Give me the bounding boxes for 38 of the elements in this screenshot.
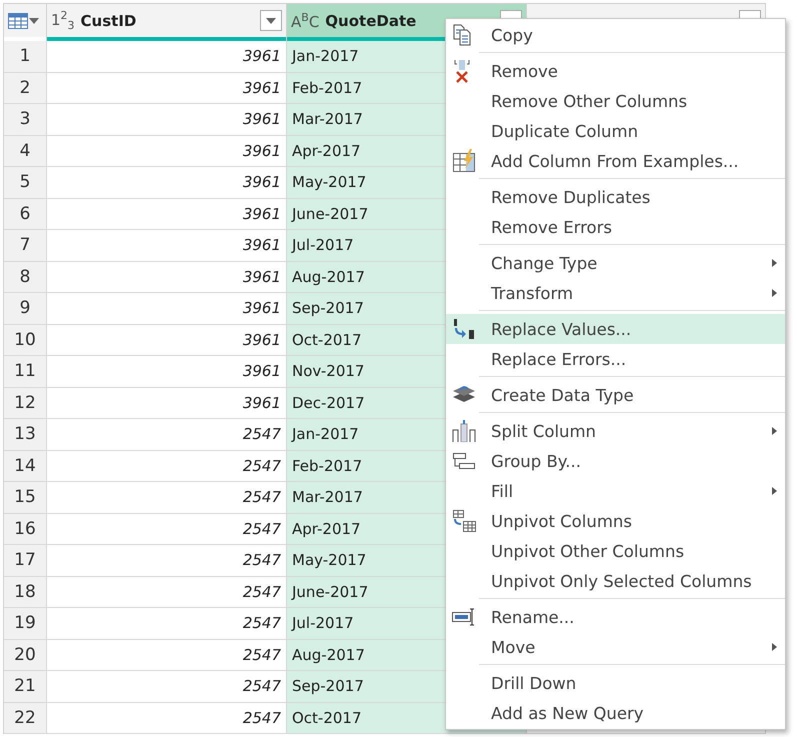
row-number: 5: [4, 167, 47, 198]
column-header[interactable]: 1$^{2}$$_{3}$ CustID: [47, 3, 287, 37]
row-number: 4: [4, 136, 47, 167]
row-number: 16: [4, 514, 47, 545]
row-number: 21: [4, 671, 47, 702]
group-by-icon: [452, 452, 476, 470]
menu-item[interactable]: Replace Values...: [446, 314, 785, 344]
row-number: 18: [4, 576, 47, 608]
row-number: 11: [4, 356, 47, 388]
replace-arrow-icon: [452, 318, 476, 340]
dropdown-button[interactable]: [260, 10, 282, 31]
column-name: CustID: [80, 12, 138, 30]
row-number: 8: [4, 262, 47, 293]
row-number: 10: [4, 324, 47, 356]
row-number: 20: [4, 640, 47, 671]
row-number: 15: [4, 482, 47, 514]
row-number: 2: [4, 72, 47, 104]
caret-icon: [29, 18, 39, 24]
row-number: 13: [4, 419, 47, 450]
row-number: 9: [4, 293, 47, 324]
split-column-icon: [452, 420, 476, 442]
column-name: QuoteDate: [325, 12, 418, 30]
table-menu-icon[interactable]: [8, 12, 39, 28]
row-number: 7: [4, 230, 47, 262]
row-number: 14: [4, 450, 47, 482]
row-number: 22: [4, 702, 47, 734]
row-number: 19: [4, 608, 47, 640]
unpivot-icon: [452, 510, 476, 532]
row-number: 17: [4, 545, 47, 576]
row-number: 3: [4, 104, 47, 136]
row-number: 1: [4, 41, 47, 72]
table-lightning-icon: [452, 149, 476, 173]
table-cell: 2547: [47, 702, 287, 734]
row-number: 6: [4, 198, 47, 230]
caret-icon: [266, 18, 276, 24]
row-number: 12: [4, 388, 47, 419]
rename-icon: [452, 608, 476, 626]
type-icon[interactable]: A$^{B}$C: [291, 10, 320, 30]
